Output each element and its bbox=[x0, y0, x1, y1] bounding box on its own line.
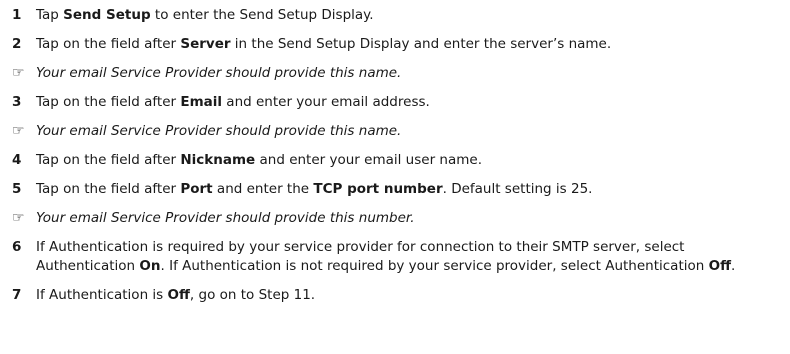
step-text: Tap Send Setup to enter the Send Setup D… bbox=[36, 7, 374, 23]
step-text: Tap on the field after Email and enter y… bbox=[36, 94, 430, 110]
step-number: 5 bbox=[12, 181, 22, 197]
step-text: Tap on the field after Port and enter th… bbox=[36, 181, 593, 197]
step-number: 7 bbox=[12, 287, 22, 303]
step-text: If Authentication is required by your se… bbox=[36, 239, 736, 274]
step-number: 4 bbox=[12, 152, 22, 168]
step-6: 6 If Authentication is required by your … bbox=[12, 238, 782, 276]
note-3: ☞ Your email Service Provider should pro… bbox=[12, 209, 782, 228]
step-4: 4 Tap on the field after Nickname and en… bbox=[12, 151, 782, 170]
pointing-hand-icon: ☞ bbox=[12, 210, 25, 226]
step-number: 3 bbox=[12, 94, 22, 110]
step-3: 3 Tap on the field after Email and enter… bbox=[12, 93, 782, 112]
step-number: 6 bbox=[12, 239, 22, 255]
pointing-hand-icon: ☞ bbox=[12, 123, 25, 139]
step-5: 5 Tap on the field after Port and enter … bbox=[12, 180, 782, 199]
note-text: Your email Service Provider should provi… bbox=[36, 123, 402, 139]
step-text: Tap on the field after Server in the Sen… bbox=[36, 36, 612, 52]
step-1: 1 Tap Send Setup to enter the Send Setup… bbox=[12, 6, 782, 25]
step-text: Tap on the field after Nickname and ente… bbox=[36, 152, 482, 168]
note-2: ☞ Your email Service Provider should pro… bbox=[12, 122, 782, 141]
step-number: 2 bbox=[12, 36, 22, 52]
note-text: Your email Service Provider should provi… bbox=[36, 65, 402, 81]
note-text: Your email Service Provider should provi… bbox=[36, 210, 415, 226]
step-text: If Authentication is Off, go on to Step … bbox=[36, 287, 316, 303]
step-number: 1 bbox=[12, 7, 22, 23]
pointing-hand-icon: ☞ bbox=[12, 65, 25, 81]
note-1: ☞ Your email Service Provider should pro… bbox=[12, 64, 782, 83]
step-7: 7 If Authentication is Off, go on to Ste… bbox=[12, 286, 782, 305]
instruction-list: 1 Tap Send Setup to enter the Send Setup… bbox=[12, 6, 782, 315]
step-2: 2 Tap on the field after Server in the S… bbox=[12, 35, 782, 54]
